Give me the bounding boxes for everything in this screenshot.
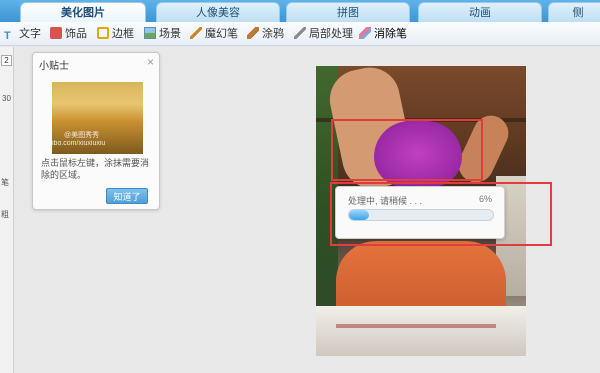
eraser-pen-icon (359, 27, 371, 39)
text-icon: T (4, 30, 11, 42)
gift-icon (50, 27, 62, 39)
processing-dialog: 处理中, 请稍候 . . . 6% (335, 186, 505, 239)
progress-bar-fill (349, 210, 370, 220)
close-icon[interactable]: × (147, 55, 154, 69)
tool-frame[interactable]: 边框 (97, 26, 134, 42)
photo-book (316, 306, 526, 356)
tool-scene[interactable]: 场景 (144, 26, 181, 42)
frame-icon (97, 27, 109, 39)
strip-button[interactable]: 2 (1, 55, 12, 66)
brush-label-2: 粗 (1, 210, 9, 219)
tab-bar: 美化图片 人像美容 拼图 动画 侧 (0, 0, 600, 22)
got-it-button[interactable]: 知道了 (106, 188, 148, 204)
progress-percent: 6% (478, 194, 492, 204)
tool-eraser-pen[interactable]: 消除笔 (359, 26, 407, 42)
selection-rect-erase-area (331, 119, 483, 181)
toolbar: T 文字 饰品 边框 场景 魔幻笔 涂鸦 局部处理 消除笔 (0, 22, 600, 46)
tip-example-image: @美图秀秀 ibo.com/xiuxiuxiu (52, 82, 143, 154)
tool-local-process-label: 局部处理 (309, 28, 353, 40)
brush-size-value: 30 (2, 94, 11, 103)
scene-icon (144, 27, 156, 39)
tip-title: 小贴士 (39, 61, 69, 72)
brush-settings-strip: 2 30 笔 粗 (0, 47, 14, 373)
tool-frame-label: 边框 (112, 28, 134, 40)
tool-accessory[interactable]: 饰品 (50, 26, 87, 42)
progress-bar (348, 209, 494, 221)
tab-portrait[interactable]: 人像美容 (156, 2, 280, 22)
tool-text[interactable]: T 文字 (4, 26, 41, 42)
tab-more[interactable]: 侧 (548, 2, 600, 22)
magic-pen-icon (190, 27, 202, 39)
tool-accessory-label: 饰品 (65, 28, 87, 40)
tip-image-watermark: @美图秀秀 (64, 132, 100, 139)
tool-scene-label: 场景 (159, 28, 181, 40)
tab-animation[interactable]: 动画 (418, 2, 542, 22)
progress-text: 处理中, 请稍候 . . . (348, 196, 423, 206)
tool-local-process[interactable]: 局部处理 (294, 26, 353, 42)
tool-magic-pen[interactable]: 魔幻笔 (190, 26, 238, 42)
tab-collage[interactable]: 拼图 (286, 2, 410, 22)
tool-doodle[interactable]: 涂鸦 (247, 26, 284, 42)
doodle-brush-icon (247, 27, 259, 39)
local-process-icon (294, 27, 306, 39)
tip-text: 点击鼠标左键，涂抹需要消除的区域。 (41, 158, 150, 180)
tool-magic-pen-label: 魔幻笔 (205, 28, 238, 40)
tip-image-watermark-url: ibo.com/xiuxiuxiu (52, 140, 106, 147)
tip-panel: 小贴士 × @美图秀秀 ibo.com/xiuxiuxiu 点击鼠标左键，涂抹需… (32, 52, 160, 210)
tool-doodle-label: 涂鸦 (262, 28, 284, 40)
tool-eraser-pen-label: 消除笔 (374, 28, 407, 40)
tool-text-label: 文字 (19, 28, 41, 40)
brush-label-1: 笔 (1, 178, 9, 187)
tab-beautify[interactable]: 美化图片 (20, 2, 146, 22)
